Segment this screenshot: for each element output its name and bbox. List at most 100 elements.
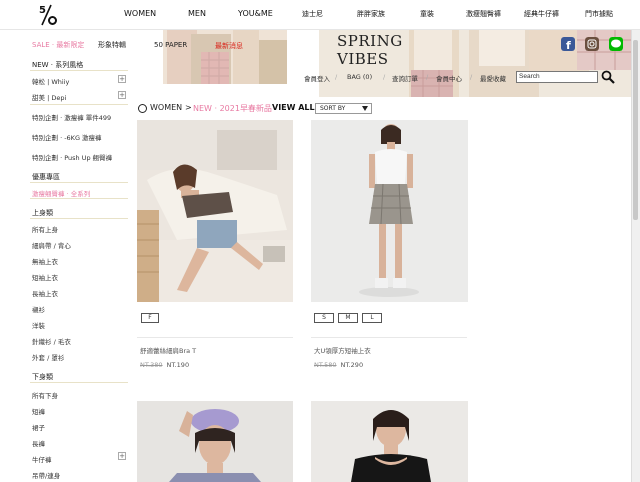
lookbook-link[interactable]: 形象特輯 [98, 40, 126, 50]
logo-circle-icon [48, 16, 57, 25]
scrollbar-thumb[interactable] [633, 40, 638, 220]
breadcrumb-new[interactable]: NEW · 2021早春新品 [193, 103, 272, 115]
sidebar-heading-tops: 上身類 [32, 209, 53, 217]
sidebar-item-shirts[interactable]: 襯衫 [32, 304, 132, 314]
sidebar-divider [30, 198, 128, 199]
view-all-link[interactable]: VIEW ALL [272, 103, 315, 115]
nav-stores[interactable]: 門市據點 [585, 9, 613, 19]
product-price: NT.380 NT.190 [140, 361, 189, 369]
brand-logo[interactable]: 5 [34, 3, 60, 27]
banner-spring-text: SPRING [337, 32, 403, 50]
product-image[interactable] [311, 120, 468, 302]
breadcrumb-separator: > [185, 103, 192, 112]
sidebar-item-outerwear[interactable]: 外套 / 罩衫 [32, 352, 132, 362]
expand-plus-icon[interactable]: + [118, 452, 126, 460]
svg-text:5: 5 [39, 5, 46, 16]
sidebar-item-knitwear[interactable]: 針織衫 / 毛衣 [32, 336, 132, 346]
banner-left-photo [163, 30, 287, 84]
sale-price: NT.190 [166, 361, 190, 369]
facebook-icon[interactable]: f [561, 37, 575, 51]
sidebar-item-whiiy[interactable]: 韓松 | Whiiy [32, 76, 132, 86]
login-link[interactable]: 會員登入 [304, 73, 330, 83]
sidebar-item-bottoms-all[interactable]: 所有下身 [32, 390, 132, 400]
bag-link[interactable]: BAG (0) [347, 73, 372, 81]
line-icon[interactable] [609, 37, 623, 51]
sidebar-item-long-sleeve[interactable]: 長袖上衣 [32, 288, 132, 298]
product-photo-lounging [137, 120, 293, 302]
sidebar-item-skirts[interactable]: 裙子 [32, 422, 132, 432]
nav-chubby-family[interactable]: 胖胖家族 [357, 9, 385, 19]
product-price: NT.580 NT.290 [314, 361, 363, 369]
sidebar-divider [30, 382, 128, 383]
chevron-down-icon [362, 106, 368, 111]
svg-text:f: f [566, 39, 571, 51]
nav-women[interactable]: WOMEN [124, 9, 156, 18]
size-option-m[interactable]: M [338, 313, 358, 323]
sidebar-divider [30, 182, 128, 183]
expand-plus-icon[interactable]: + [118, 91, 126, 99]
sidebar-item-promo[interactable]: 激瘦翹臀褲 · 全系列 [32, 188, 132, 198]
sidebar-heading-new: NEW · 系列風格 [32, 61, 84, 69]
product-image[interactable] [311, 401, 468, 482]
sale-link[interactable]: SALE · 最新限定 [32, 40, 84, 50]
product-image[interactable] [137, 120, 293, 302]
original-price: NT.580 [314, 361, 337, 369]
sidebar-item-sleeveless[interactable]: 無袖上衣 [32, 256, 132, 266]
product-name[interactable]: 大U領厚方短袖上衣 [314, 345, 371, 355]
sidebar-item-tops-all[interactable]: 所有上身 [32, 224, 132, 234]
product-photo-standing [311, 120, 468, 302]
product-photo-beret [137, 401, 293, 482]
product-divider [137, 337, 293, 338]
favorites-link[interactable]: 最愛收藏 [480, 73, 506, 83]
product-image[interactable] [137, 401, 293, 482]
breadcrumb-women[interactable]: WOMEN [150, 103, 182, 115]
breadcrumb-circle-icon [138, 104, 147, 113]
member-center-link[interactable]: 會員中心 [436, 73, 462, 83]
news-link[interactable]: 最新消息 [215, 41, 243, 51]
paper-link[interactable]: 50 PAPER [154, 41, 187, 49]
sidebar-item-overalls[interactable]: 吊帶/連身 [32, 470, 132, 480]
sidebar-item-shorts[interactable]: 短褲 [32, 406, 132, 416]
search-input[interactable]: Search [516, 71, 598, 83]
orders-link[interactable]: 查詢訂單 [392, 73, 418, 83]
sidebar-item-camisole[interactable]: 細肩帶 / 背心 [32, 240, 132, 250]
nav-men[interactable]: MEN [188, 9, 206, 18]
sidebar-item-depi[interactable]: 甜美 | Depi [32, 92, 132, 102]
instagram-icon[interactable] [585, 37, 599, 51]
sidebar-item-special-499[interactable]: 特別企劃 · 激瘦褲 單件499 [32, 112, 132, 122]
product-name[interactable]: 舒適蕾絲細肩Bra T [140, 345, 196, 355]
expand-plus-icon[interactable]: + [118, 75, 126, 83]
sidebar-heading-bottoms: 下身類 [32, 373, 53, 381]
size-option-s[interactable]: S [314, 313, 334, 323]
sidebar-item-short-sleeve[interactable]: 短袖上衣 [32, 272, 132, 282]
sidebar-item-dresses[interactable]: 洋裝 [32, 320, 132, 330]
nav-classic-jeans[interactable]: 經典牛仔褲 [524, 9, 559, 19]
divider-1: / [335, 73, 338, 81]
sidebar-divider [30, 218, 128, 219]
nav-slim-pants[interactable]: 激瘦翹臀褲 [466, 9, 501, 19]
banner-vibes-text: VIBES [337, 50, 389, 68]
nav-disney[interactable]: 迪士尼 [302, 9, 323, 19]
sidebar-divider [30, 70, 128, 71]
sale-price: NT.290 [340, 361, 364, 369]
product-photo-black-top [311, 401, 468, 482]
sidebar-item-jeans[interactable]: 牛仔褲 [32, 454, 132, 464]
sidebar-heading-promo: 優惠專區 [32, 173, 60, 181]
sort-by-label: SORT BY [320, 105, 346, 112]
divider-2: / [383, 73, 386, 81]
nav-kids[interactable]: 童裝 [420, 9, 434, 19]
size-option-f[interactable]: F [141, 313, 159, 323]
magnifier-icon[interactable] [601, 70, 615, 84]
sort-by-select[interactable]: SORT BY [315, 103, 372, 114]
top-navigation: 5 WOMEN MEN YOU&ME 迪士尼 胖胖家族 童裝 激瘦翹臀褲 經典牛… [0, 0, 640, 30]
banner-left-image[interactable] [163, 30, 287, 84]
sidebar-item-pants[interactable]: 長褲 [32, 438, 132, 448]
sidebar-item-special-6kg[interactable]: 特別企劃 · -6KG 激瘦褲 [32, 132, 132, 142]
sidebar-item-special-pushup[interactable]: 特別企劃 · Push Up 翹臀褲 [32, 152, 132, 162]
divider-3: / [426, 73, 429, 81]
product-divider [311, 337, 467, 338]
original-price: NT.380 [140, 361, 163, 369]
nav-you-and-me[interactable]: YOU&ME [238, 9, 273, 18]
size-option-l[interactable]: L [362, 313, 382, 323]
sidebar-divider [30, 104, 128, 105]
